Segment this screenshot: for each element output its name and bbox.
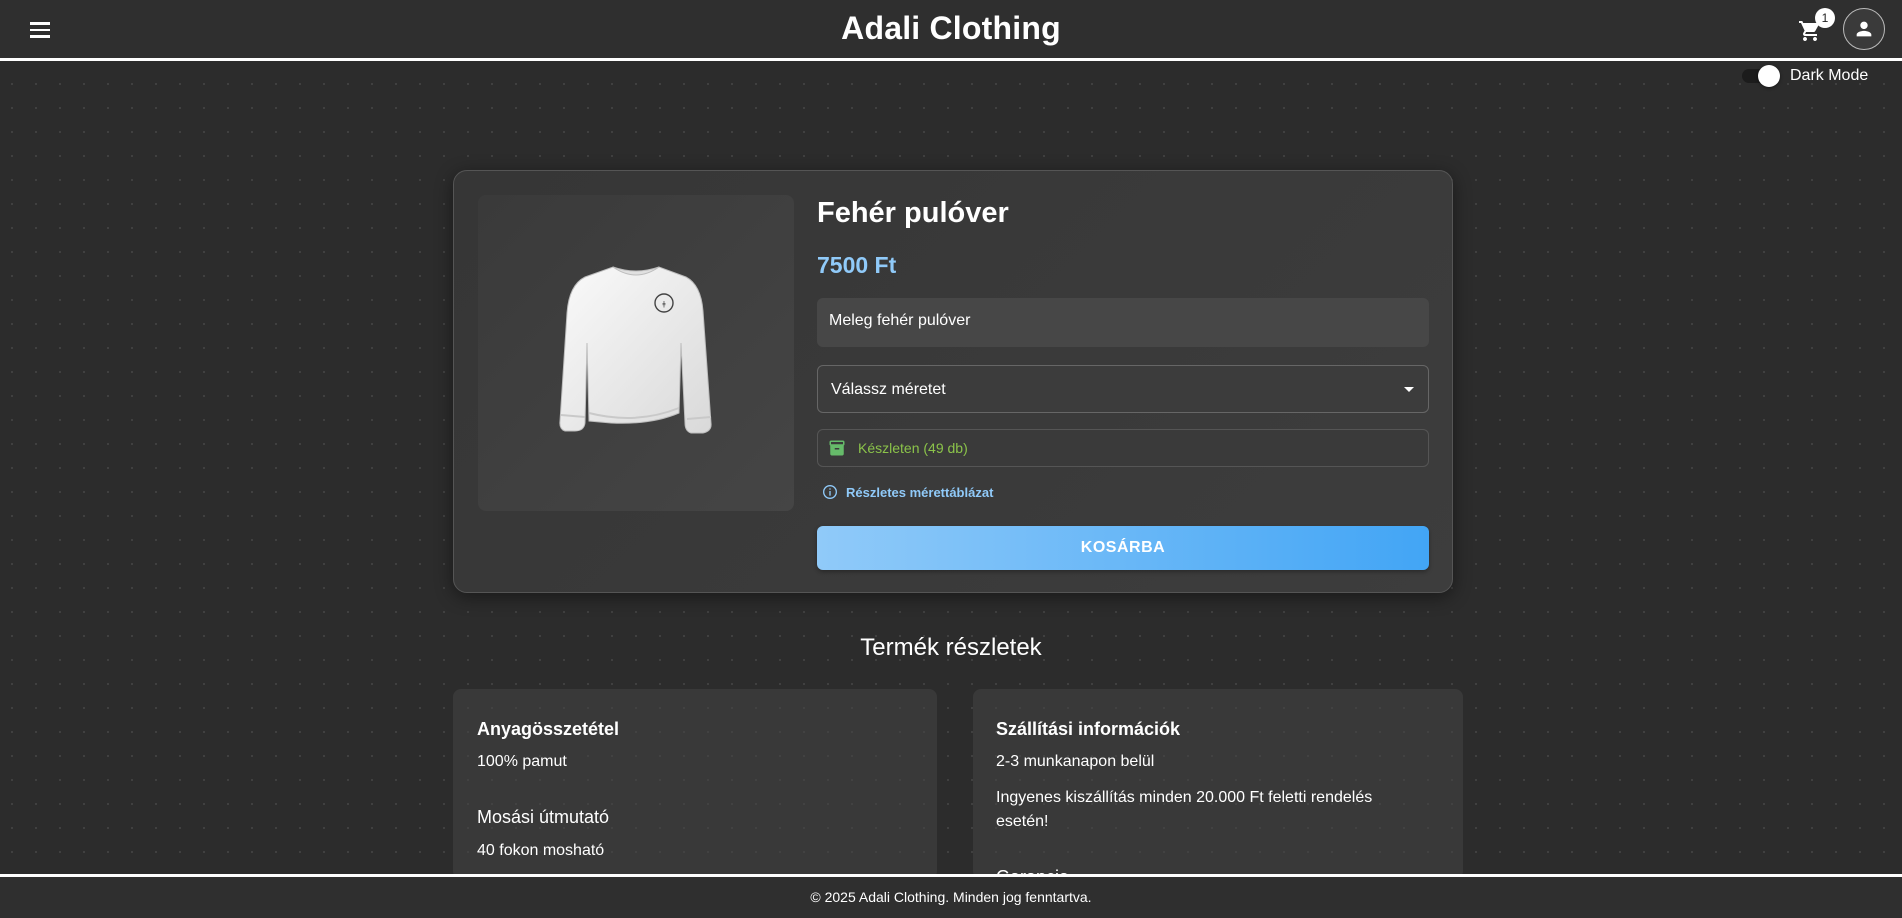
stock-status: Készleten (49 db) xyxy=(817,429,1429,467)
shipping-time: 2-3 munkanapon belül xyxy=(996,753,1155,770)
size-select-value: Válassz méretet xyxy=(831,381,946,398)
size-select[interactable]: Válassz méretet xyxy=(817,365,1429,413)
dark-mode-label: Dark Mode xyxy=(1790,67,1869,84)
cart-count-badge: 1 xyxy=(1815,8,1835,28)
shipping-title: Szállítási információk xyxy=(996,719,1181,739)
toggle-knob[interactable] xyxy=(1758,65,1780,87)
add-to-cart-button[interactable]: KOSÁRBA xyxy=(817,526,1429,570)
account-button[interactable] xyxy=(1843,8,1885,50)
stock-text: Készleten (49 db) xyxy=(858,440,968,456)
dark-mode-toggle[interactable]: Dark Mode xyxy=(1742,65,1869,87)
app-header: Adali Clothing 1 xyxy=(0,0,1902,61)
size-chart-label: Részletes mérettáblázat xyxy=(846,484,994,500)
person-icon xyxy=(1856,21,1872,37)
product-price: 7500 Ft xyxy=(817,252,897,278)
size-chart-link[interactable]: Részletes mérettáblázat xyxy=(822,484,993,500)
toggle-track[interactable] xyxy=(1742,65,1780,87)
info-icon xyxy=(823,485,837,499)
material-value: 100% pamut xyxy=(477,753,567,770)
product-image: ǂ xyxy=(478,195,794,511)
washing-value: 40 fokon mosható xyxy=(477,842,605,859)
footer-text: © 2025 Adali Clothing. Minden jog fennta… xyxy=(810,889,1092,905)
shipping-panel: Szállítási információk 2-3 munkanapon be… xyxy=(973,689,1463,879)
cart-icon[interactable]: 1 xyxy=(1798,8,1835,46)
washing-title: Mosási útmutató xyxy=(477,807,610,827)
product-title: Fehér pulóver xyxy=(817,197,1009,229)
material-panel: Anyagösszetétel 100% pamut Mosási útmuta… xyxy=(453,689,937,879)
brand-title[interactable]: Adali Clothing xyxy=(0,10,1902,47)
material-title: Anyagösszetétel xyxy=(477,719,620,739)
inventory-icon xyxy=(829,440,845,456)
product-card: ǂ Fehér pulóver 7500 Ft Meleg fehér puló… xyxy=(453,170,1453,593)
footer: © 2025 Adali Clothing. Minden jog fennta… xyxy=(0,874,1902,918)
sweater-image: ǂ xyxy=(559,266,712,434)
product-description: Meleg fehér pulóver xyxy=(817,298,1429,347)
details-heading: Termék részletek xyxy=(860,634,1042,661)
dropdown-arrow-icon xyxy=(1404,387,1414,392)
shipping-free: Ingyenes kiszállítás minden 20.000 Ft fe… xyxy=(996,789,1373,830)
